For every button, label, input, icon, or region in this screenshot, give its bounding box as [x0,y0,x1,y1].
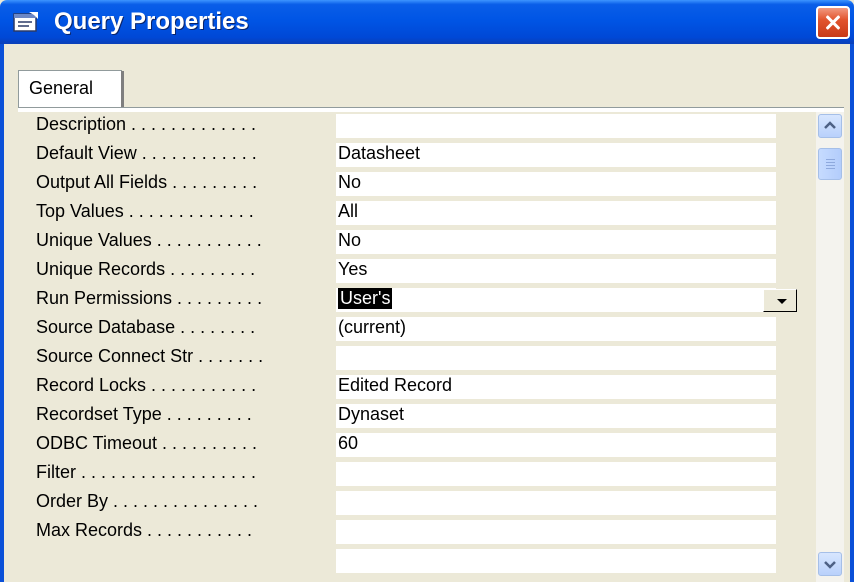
scroll-thumb[interactable] [818,148,842,180]
thumb-grip [826,168,835,169]
property-value: Yes [338,259,368,279]
property-value-field[interactable]: Dynaset [336,404,776,428]
scroll-up-arrow-icon[interactable] [818,114,842,138]
properties-sheet-icon [13,12,38,32]
query-properties-window: Query Properties General Description . .… [0,0,854,582]
property-value: All [338,201,359,221]
window-title: Query Properties [54,8,249,35]
property-row-unique-values[interactable]: Unique Values . . . . . . . . . . . No [18,228,816,255]
property-value-field[interactable]: No [336,230,776,254]
tab-edge [121,71,124,109]
property-label: Unique Records . . . . . . . . . [36,259,256,279]
property-row-top-values[interactable]: Top Values . . . . . . . . . . . . . All [18,199,816,226]
property-value-field[interactable]: Datasheet [336,143,776,167]
property-value: (current) [338,317,407,337]
property-label: Source Database . . . . . . . . [36,317,256,337]
property-value-field[interactable]: Yes [336,259,776,283]
property-label: Order By . . . . . . . . . . . . . . . [36,491,259,511]
property-value-field[interactable] [336,520,776,544]
property-label: Run Permissions . . . . . . . . . [36,288,263,308]
property-value: Edited Record [338,375,453,395]
property-value-field[interactable] [336,462,776,486]
tab-general[interactable]: General [18,70,124,109]
property-label: Description . . . . . . . . . . . . . [36,114,257,134]
property-row-max-records[interactable]: Max Records . . . . . . . . . . . [18,518,816,545]
property-value: Datasheet [338,143,421,163]
property-value-field[interactable]: 60 [336,433,776,457]
property-value-field[interactable]: All [336,201,776,225]
property-row-output-all-fields[interactable]: Output All Fields . . . . . . . . . No [18,170,816,197]
window-frame-left [0,44,4,582]
property-label: Record Locks . . . . . . . . . . . [36,375,257,395]
property-value: 60 [338,433,359,453]
property-row-order-by[interactable]: Order By . . . . . . . . . . . . . . . [18,489,816,516]
tab-general-label: General [29,78,94,98]
property-row-unique-records[interactable]: Unique Records . . . . . . . . . Yes [18,257,816,284]
property-row-partial [18,547,816,574]
vertical-scrollbar[interactable] [816,112,844,582]
dropdown-arrow-icon[interactable] [763,289,797,312]
property-value-field[interactable]: No [336,172,776,196]
window-frame-right [850,44,854,582]
property-label: ODBC Timeout . . . . . . . . . . [36,433,258,453]
property-label: Filter . . . . . . . . . . . . . . . . .… [36,462,257,482]
thumb-grip [826,159,835,160]
thumb-grip [826,162,835,163]
property-value-field[interactable] [336,114,776,138]
property-label: Recordset Type . . . . . . . . . [36,404,252,424]
property-row-recordset-type[interactable]: Recordset Type . . . . . . . . . Dynaset [18,402,816,429]
property-value-field[interactable]: Edited Record [336,375,776,399]
property-row-default-view[interactable]: Default View . . . . . . . . . . . . Dat… [18,141,816,168]
property-value-field[interactable] [336,491,776,515]
property-row-source-database[interactable]: Source Database . . . . . . . . (current… [18,315,816,342]
property-row-description[interactable]: Description . . . . . . . . . . . . . [18,112,816,139]
property-value-field[interactable] [336,346,776,370]
property-value-field [336,549,776,573]
property-grid: Description . . . . . . . . . . . . . De… [18,112,816,582]
property-row-source-connect-str[interactable]: Source Connect Str . . . . . . . [18,344,816,371]
property-row-record-locks[interactable]: Record Locks . . . . . . . . . . . Edite… [18,373,816,400]
property-row-run-permissions[interactable]: Run Permissions . . . . . . . . . User's [18,286,816,313]
property-row-odbc-timeout[interactable]: ODBC Timeout . . . . . . . . . . 60 [18,431,816,458]
thumb-grip [826,165,835,166]
property-label: Top Values . . . . . . . . . . . . . [36,201,254,221]
property-value-field[interactable]: User's [336,288,776,312]
property-label: Output All Fields . . . . . . . . . [36,172,258,192]
property-label: Source Connect Str . . . . . . . [36,346,264,366]
property-label: Max Records . . . . . . . . . . . [36,520,253,540]
property-label: Default View . . . . . . . . . . . . [36,143,257,163]
scroll-down-arrow-icon[interactable] [818,552,842,576]
property-label: Unique Values . . . . . . . . . . . [36,230,262,250]
property-value: No [338,230,362,250]
title-bar[interactable]: Query Properties [0,0,854,44]
close-icon[interactable] [816,6,850,39]
property-row-filter[interactable]: Filter . . . . . . . . . . . . . . . . .… [18,460,816,487]
property-value: Dynaset [338,404,405,424]
property-value-field[interactable]: (current) [336,317,776,341]
property-value: No [338,172,362,192]
property-value: User's [338,288,393,309]
